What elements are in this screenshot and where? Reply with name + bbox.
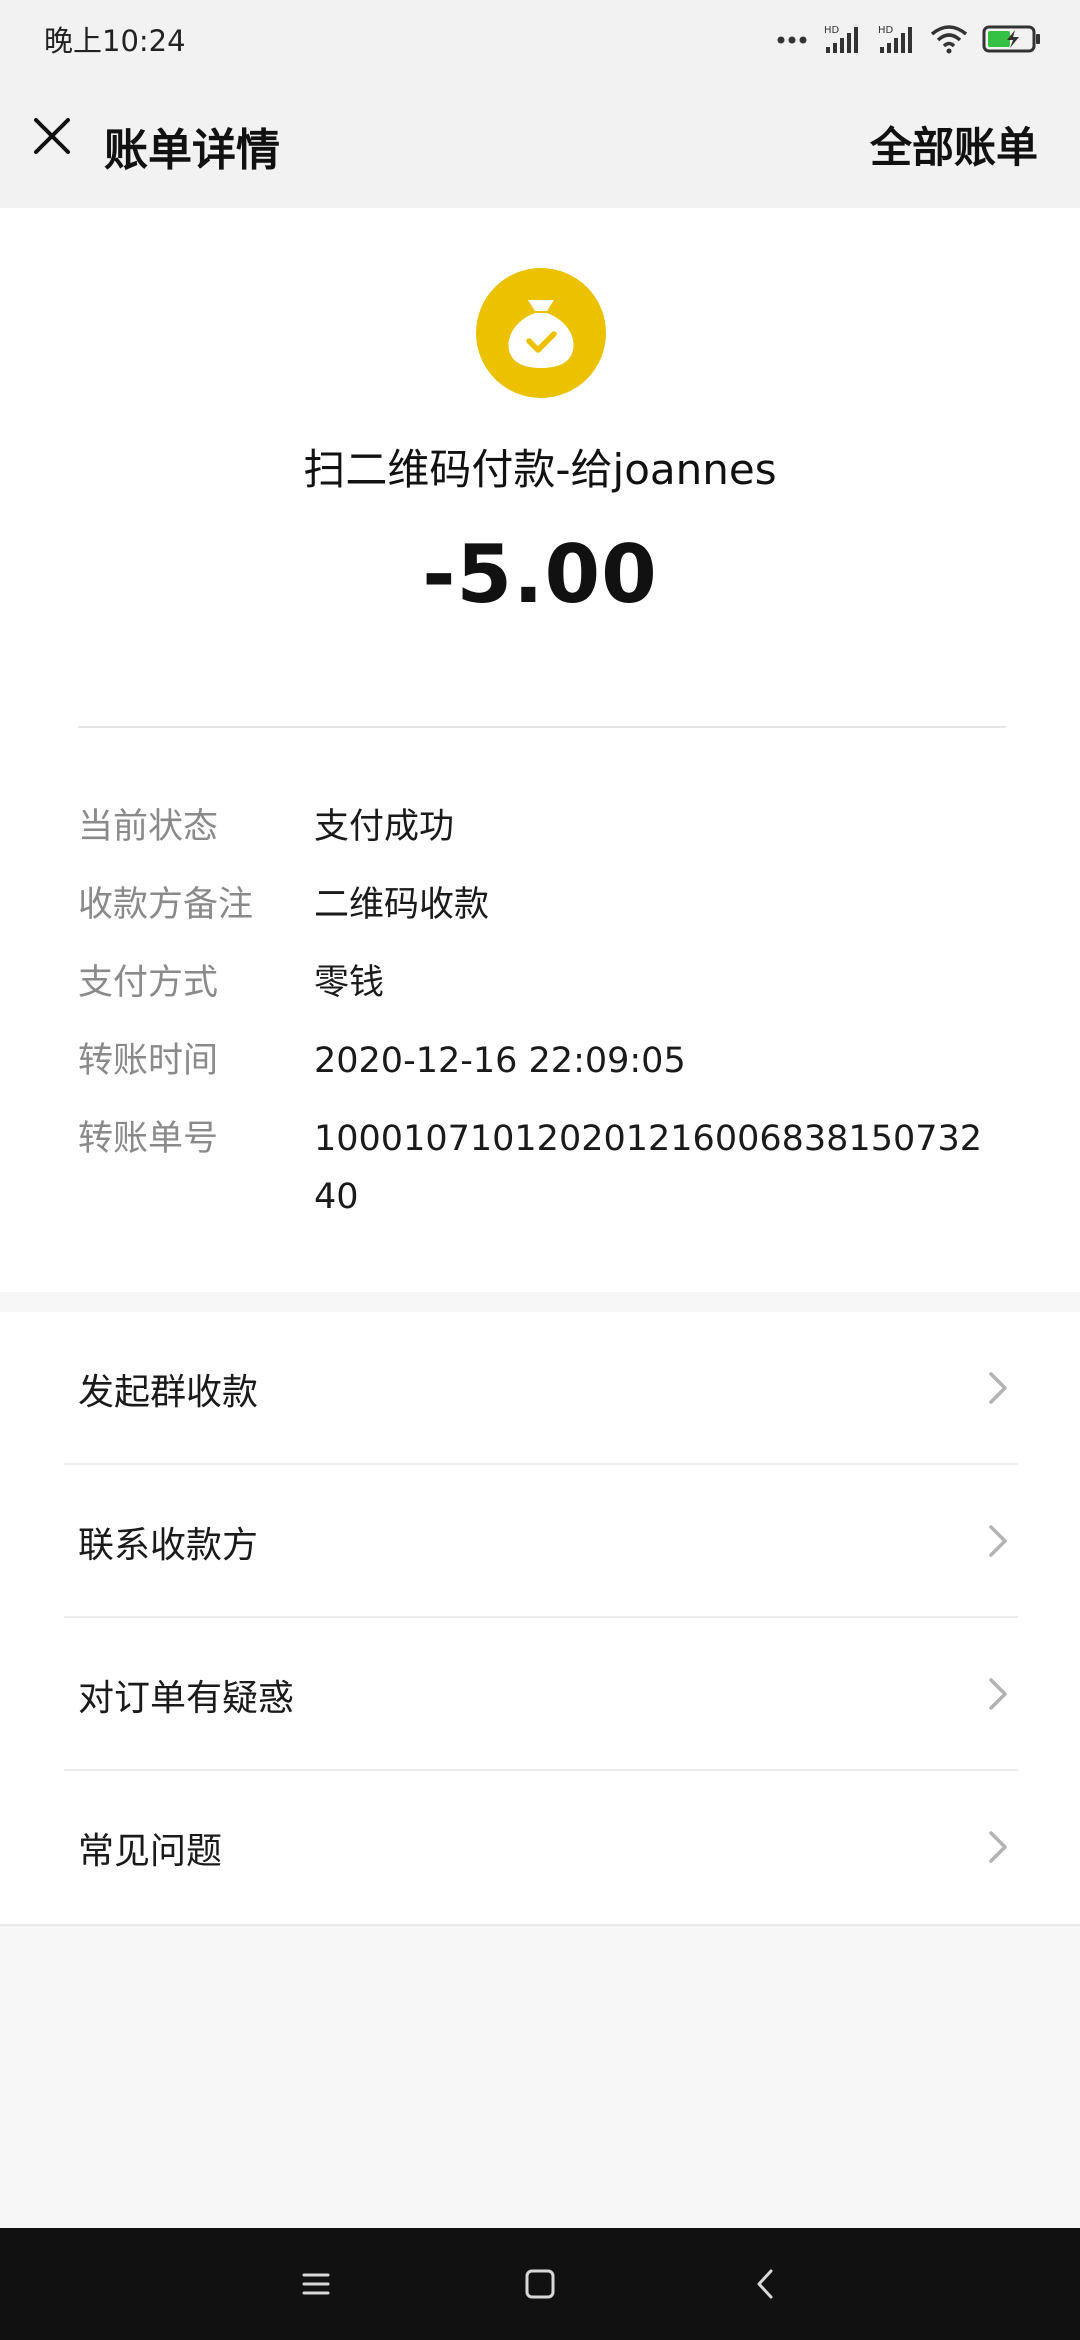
hd-signal-icon: HD: [878, 25, 912, 53]
info-value: 零钱: [314, 963, 385, 1003]
menu-item-order-question[interactable]: 对订单有疑惑: [0, 1618, 1080, 1771]
more-dots-icon: [777, 36, 807, 44]
status-bar: 晚上10:24 HD HD: [0, 0, 1080, 78]
menu-item-contact-payee[interactable]: 联系收款方: [0, 1465, 1080, 1618]
info-row-payee-note: 收款方备注 二维码收款: [78, 866, 1008, 944]
hd-signal-icon: HD: [824, 25, 858, 53]
info-row-status: 当前状态 支付成功: [78, 788, 1008, 866]
menu-item-label: 联系收款方: [78, 1524, 259, 1566]
home-square-icon[interactable]: [518, 2262, 562, 2306]
info-value: 二维码收款: [314, 885, 490, 925]
bill-detail-screen: 晚上10:24 HD HD 账单详情 全部账单 扫二维码付款-给joannes …: [0, 0, 1080, 2340]
payment-amount: -5.00: [422, 528, 658, 621]
divider: [78, 726, 1006, 728]
menu-icon[interactable]: [294, 2262, 338, 2306]
menu-item-faq[interactable]: 常见问题: [0, 1771, 1080, 1924]
page-title: 账单详情: [104, 125, 280, 176]
info-label: 支付方式: [78, 963, 219, 1003]
app-header: 账单详情 全部账单: [0, 78, 1080, 208]
wifi-icon: [930, 25, 968, 54]
system-nav-bar: [0, 2228, 1080, 2340]
svg-text:HD: HD: [824, 25, 840, 36]
menu-item-label: 常见问题: [78, 1830, 223, 1872]
action-menu: 发起群收款 联系收款方 对订单有疑惑 常见问题: [0, 1312, 1080, 1924]
status-icons: HD HD: [776, 23, 1042, 55]
info-value: 100010710120201216006838150732 40: [314, 1119, 983, 1217]
info-row-payment-method: 支付方式 零钱: [78, 944, 1008, 1022]
payment-info-list: 当前状态 支付成功 收款方备注 二维码收款 支付方式 零钱 转账时间 2020-…: [78, 788, 1008, 1226]
info-label: 转账单号: [78, 1119, 219, 1159]
chevron-right-icon: [989, 1678, 1007, 1710]
info-value: 支付成功: [314, 807, 455, 847]
menu-item-group-collect[interactable]: 发起群收款: [0, 1312, 1080, 1465]
info-label: 收款方备注: [78, 885, 254, 925]
chevron-right-icon: [989, 1525, 1007, 1557]
coin-bag-check-icon: [476, 268, 606, 398]
back-icon[interactable]: [744, 2262, 788, 2306]
divider: [0, 1924, 1080, 1926]
chevron-right-icon: [989, 1831, 1007, 1863]
svg-text:HD: HD: [878, 25, 894, 36]
menu-item-label: 发起群收款: [78, 1371, 259, 1413]
info-row-transfer-number: 转账单号 100010710120201216006838150732 40: [78, 1100, 1008, 1226]
payment-title: 扫二维码付款-给joannes: [303, 445, 777, 494]
battery-charging-icon: [982, 25, 1040, 53]
info-row-transfer-time: 转账时间 2020-12-16 22:09:05: [78, 1022, 1008, 1100]
status-time: 晚上10:24: [44, 24, 186, 58]
payment-detail-card: 扫二维码付款-给joannes -5.00 当前状态 支付成功 收款方备注 二维…: [0, 208, 1080, 1292]
info-value: 2020-12-16 22:09:05: [314, 1041, 686, 1081]
chevron-right-icon: [989, 1372, 1007, 1404]
menu-item-label: 对订单有疑惑: [78, 1677, 295, 1719]
close-icon[interactable]: [30, 114, 74, 158]
info-label: 当前状态: [78, 807, 219, 847]
info-label: 转账时间: [78, 1041, 219, 1081]
all-bills-button[interactable]: 全部账单: [870, 114, 1038, 175]
